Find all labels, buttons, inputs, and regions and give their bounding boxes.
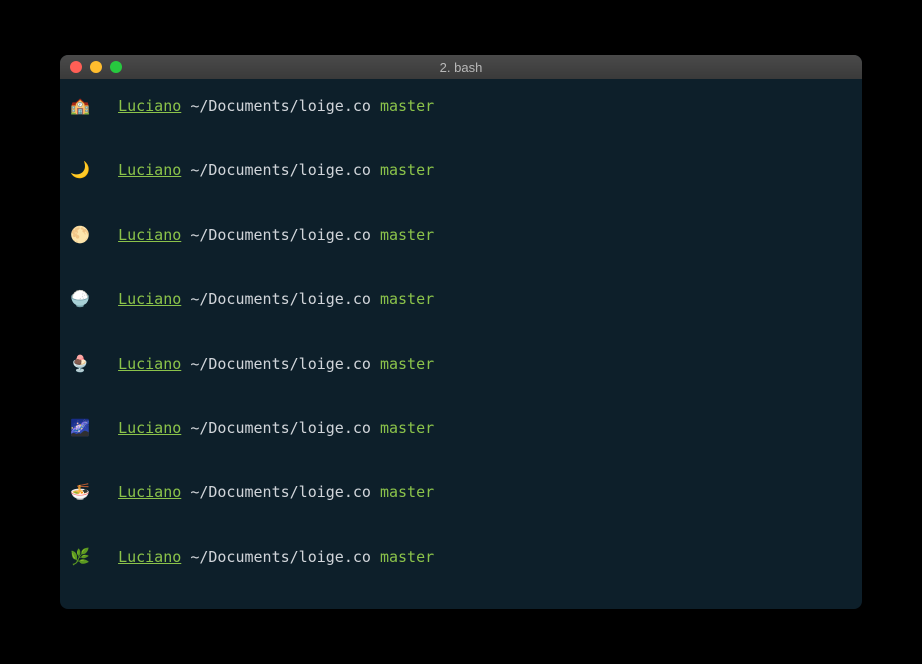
maximize-icon[interactable]	[110, 61, 122, 73]
prompt-branch: master	[380, 96, 434, 117]
prompt-branch: master	[380, 289, 434, 310]
prompt-line: 🍨 Luciano ~/Documents/loige.co master	[68, 353, 854, 375]
prompt-username: Luciano	[118, 96, 181, 117]
traffic-lights	[70, 61, 122, 73]
minimize-icon[interactable]	[90, 61, 102, 73]
prompt-emoji-icon: 🍨	[68, 353, 92, 375]
prompt-emoji-icon: 🌕	[68, 224, 92, 246]
terminal-window: 2. bash 🏫 Luciano ~/Documents/loige.co m…	[60, 55, 862, 609]
prompt-emoji-icon: 🍚	[68, 288, 92, 310]
prompt-line: 🌕 Luciano ~/Documents/loige.co master	[68, 224, 854, 246]
prompt-branch: master	[380, 547, 434, 568]
prompt-username: Luciano	[118, 160, 181, 181]
prompt-emoji-icon: 🏫	[68, 95, 92, 117]
prompt-branch: master	[380, 482, 434, 503]
prompt-path: ~/Documents/loige.co	[190, 354, 371, 375]
prompt-line: 🌌 Luciano ~/Documents/loige.co master	[68, 417, 854, 439]
prompt-emoji-icon: 🌙	[68, 159, 92, 181]
prompt-line: 🌙 Luciano ~/Documents/loige.co master	[68, 159, 854, 181]
prompt-line: 🍚 Luciano ~/Documents/loige.co master	[68, 288, 854, 310]
prompt-path: ~/Documents/loige.co	[190, 96, 371, 117]
prompt-path: ~/Documents/loige.co	[190, 547, 371, 568]
prompt-path: ~/Documents/loige.co	[190, 289, 371, 310]
terminal-content[interactable]: 🏫 Luciano ~/Documents/loige.co master 🌙 …	[60, 79, 862, 609]
prompt-path: ~/Documents/loige.co	[190, 418, 371, 439]
prompt-username: Luciano	[118, 354, 181, 375]
prompt-branch: master	[380, 418, 434, 439]
prompt-branch: master	[380, 354, 434, 375]
prompt-username: Luciano	[118, 289, 181, 310]
prompt-branch: master	[380, 225, 434, 246]
prompt-line: 🏫 Luciano ~/Documents/loige.co master	[68, 95, 854, 117]
prompt-emoji-icon: 🍜	[68, 481, 92, 503]
prompt-emoji-icon: 🌌	[68, 417, 92, 439]
prompt-path: ~/Documents/loige.co	[190, 225, 371, 246]
window-title: 2. bash	[440, 60, 483, 75]
prompt-username: Luciano	[118, 225, 181, 246]
prompt-branch: master	[380, 160, 434, 181]
prompt-path: ~/Documents/loige.co	[190, 160, 371, 181]
prompt-line: 🍜 Luciano ~/Documents/loige.co master	[68, 481, 854, 503]
titlebar[interactable]: 2. bash	[60, 55, 862, 79]
prompt-username: Luciano	[118, 482, 181, 503]
prompt-emoji-icon: 🌿	[68, 546, 92, 568]
close-icon[interactable]	[70, 61, 82, 73]
prompt-line: 🌿 Luciano ~/Documents/loige.co master	[68, 546, 854, 568]
prompt-username: Luciano	[118, 547, 181, 568]
prompt-username: Luciano	[118, 418, 181, 439]
prompt-path: ~/Documents/loige.co	[190, 482, 371, 503]
